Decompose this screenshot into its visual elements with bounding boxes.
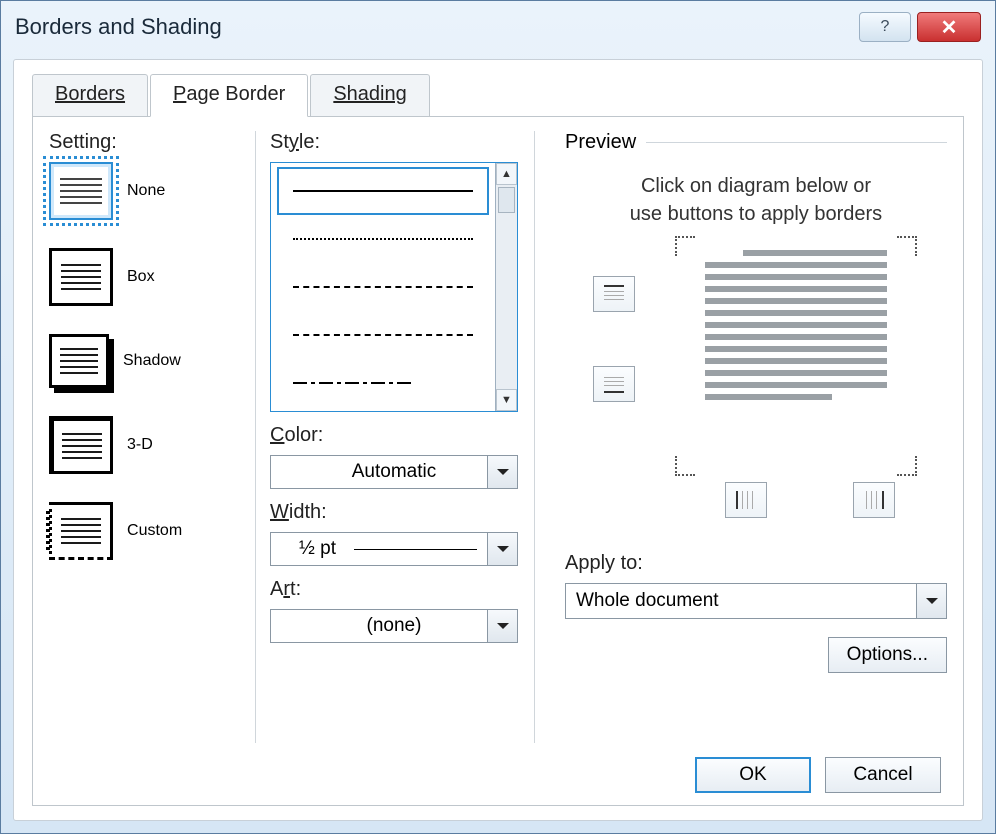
color-value: Automatic [352, 461, 436, 483]
close-button[interactable]: ✕ [917, 12, 981, 42]
corner-marker [675, 236, 695, 256]
ok-button[interactable]: OK [695, 757, 811, 793]
none-icon [49, 162, 113, 220]
setting-none-label: None [127, 182, 165, 200]
style-dash-dot[interactable] [277, 359, 489, 407]
borders-shading-dialog: Borders and Shading ? ✕ Borders Page Bor… [0, 0, 996, 834]
options-button[interactable]: Options... [828, 637, 947, 673]
color-label: Color: [270, 424, 520, 447]
style-dashed-short[interactable] [277, 263, 489, 311]
chevron-down-icon [487, 456, 517, 488]
preview-column: Preview Click on diagram below or use bu… [551, 131, 947, 743]
preview-hint: Click on diagram below or use buttons to… [575, 172, 937, 228]
corner-marker [897, 456, 917, 476]
chevron-down-icon [487, 610, 517, 642]
bottom-border-button[interactable] [593, 366, 635, 402]
tab-panel: Setting: None Box Shadow [32, 116, 964, 806]
style-column: Style: ▲ [255, 131, 535, 743]
style-label: Style: [270, 131, 520, 154]
color-select[interactable]: Automatic [270, 455, 518, 489]
art-value: (none) [367, 615, 422, 637]
dialog-body: Borders Page Border Shading Setting: Non… [13, 59, 983, 821]
corner-marker [675, 456, 695, 476]
setting-none[interactable]: None [49, 162, 239, 220]
setting-box[interactable]: Box [49, 248, 239, 306]
custom-icon [49, 502, 113, 560]
tab-shading[interactable]: Shading [310, 74, 429, 117]
tab-strip: Borders Page Border Shading [32, 74, 964, 117]
style-dotted[interactable] [277, 215, 489, 263]
width-sample [354, 549, 477, 550]
setting-custom-label: Custom [127, 522, 182, 540]
shadow-icon [49, 334, 109, 388]
scroll-up-icon[interactable]: ▲ [496, 163, 517, 185]
right-border-button[interactable] [853, 482, 895, 518]
setting-3d[interactable]: 3-D [49, 416, 239, 474]
help-button[interactable]: ? [859, 12, 911, 42]
setting-custom[interactable]: Custom [49, 502, 239, 560]
setting-shadow[interactable]: Shadow [49, 334, 239, 388]
setting-label: Setting: [49, 131, 239, 154]
art-select[interactable]: (none) [270, 609, 518, 643]
width-value: ½ pt [299, 538, 336, 560]
tab-borders[interactable]: Borders [32, 74, 148, 117]
titlebar: Borders and Shading ? ✕ [1, 1, 995, 53]
dialog-title: Borders and Shading [15, 14, 859, 40]
preview-label: Preview [565, 131, 636, 154]
setting-3d-label: 3-D [127, 436, 153, 454]
preview-diagram[interactable] [565, 236, 947, 506]
style-scrollbar[interactable]: ▲ ▼ [495, 163, 517, 411]
page-preview-icon [705, 250, 887, 452]
corner-marker [897, 236, 917, 256]
three-d-icon [49, 416, 113, 474]
dialog-footer: OK Cancel [49, 743, 947, 795]
top-border-button[interactable] [593, 276, 635, 312]
tab-page-border[interactable]: Page Border [150, 74, 308, 117]
style-dashed-med[interactable] [277, 311, 489, 359]
apply-to-value: Whole document [576, 590, 719, 612]
setting-column: Setting: None Box Shadow [49, 131, 239, 743]
art-label: Art: [270, 578, 520, 601]
style-listbox[interactable]: ▲ ▼ [270, 162, 518, 412]
setting-shadow-label: Shadow [123, 352, 181, 370]
scroll-thumb[interactable] [498, 187, 515, 213]
chevron-down-icon [487, 533, 517, 565]
scroll-down-icon[interactable]: ▼ [496, 389, 517, 411]
width-label: Width: [270, 501, 520, 524]
left-border-button[interactable] [725, 482, 767, 518]
apply-to-select[interactable]: Whole document [565, 583, 947, 619]
width-select[interactable]: ½ pt [270, 532, 518, 566]
chevron-down-icon [916, 584, 946, 618]
setting-box-label: Box [127, 268, 155, 286]
box-icon [49, 248, 113, 306]
style-solid[interactable] [277, 167, 489, 215]
apply-to-label: Apply to: [565, 552, 947, 575]
cancel-button[interactable]: Cancel [825, 757, 941, 793]
